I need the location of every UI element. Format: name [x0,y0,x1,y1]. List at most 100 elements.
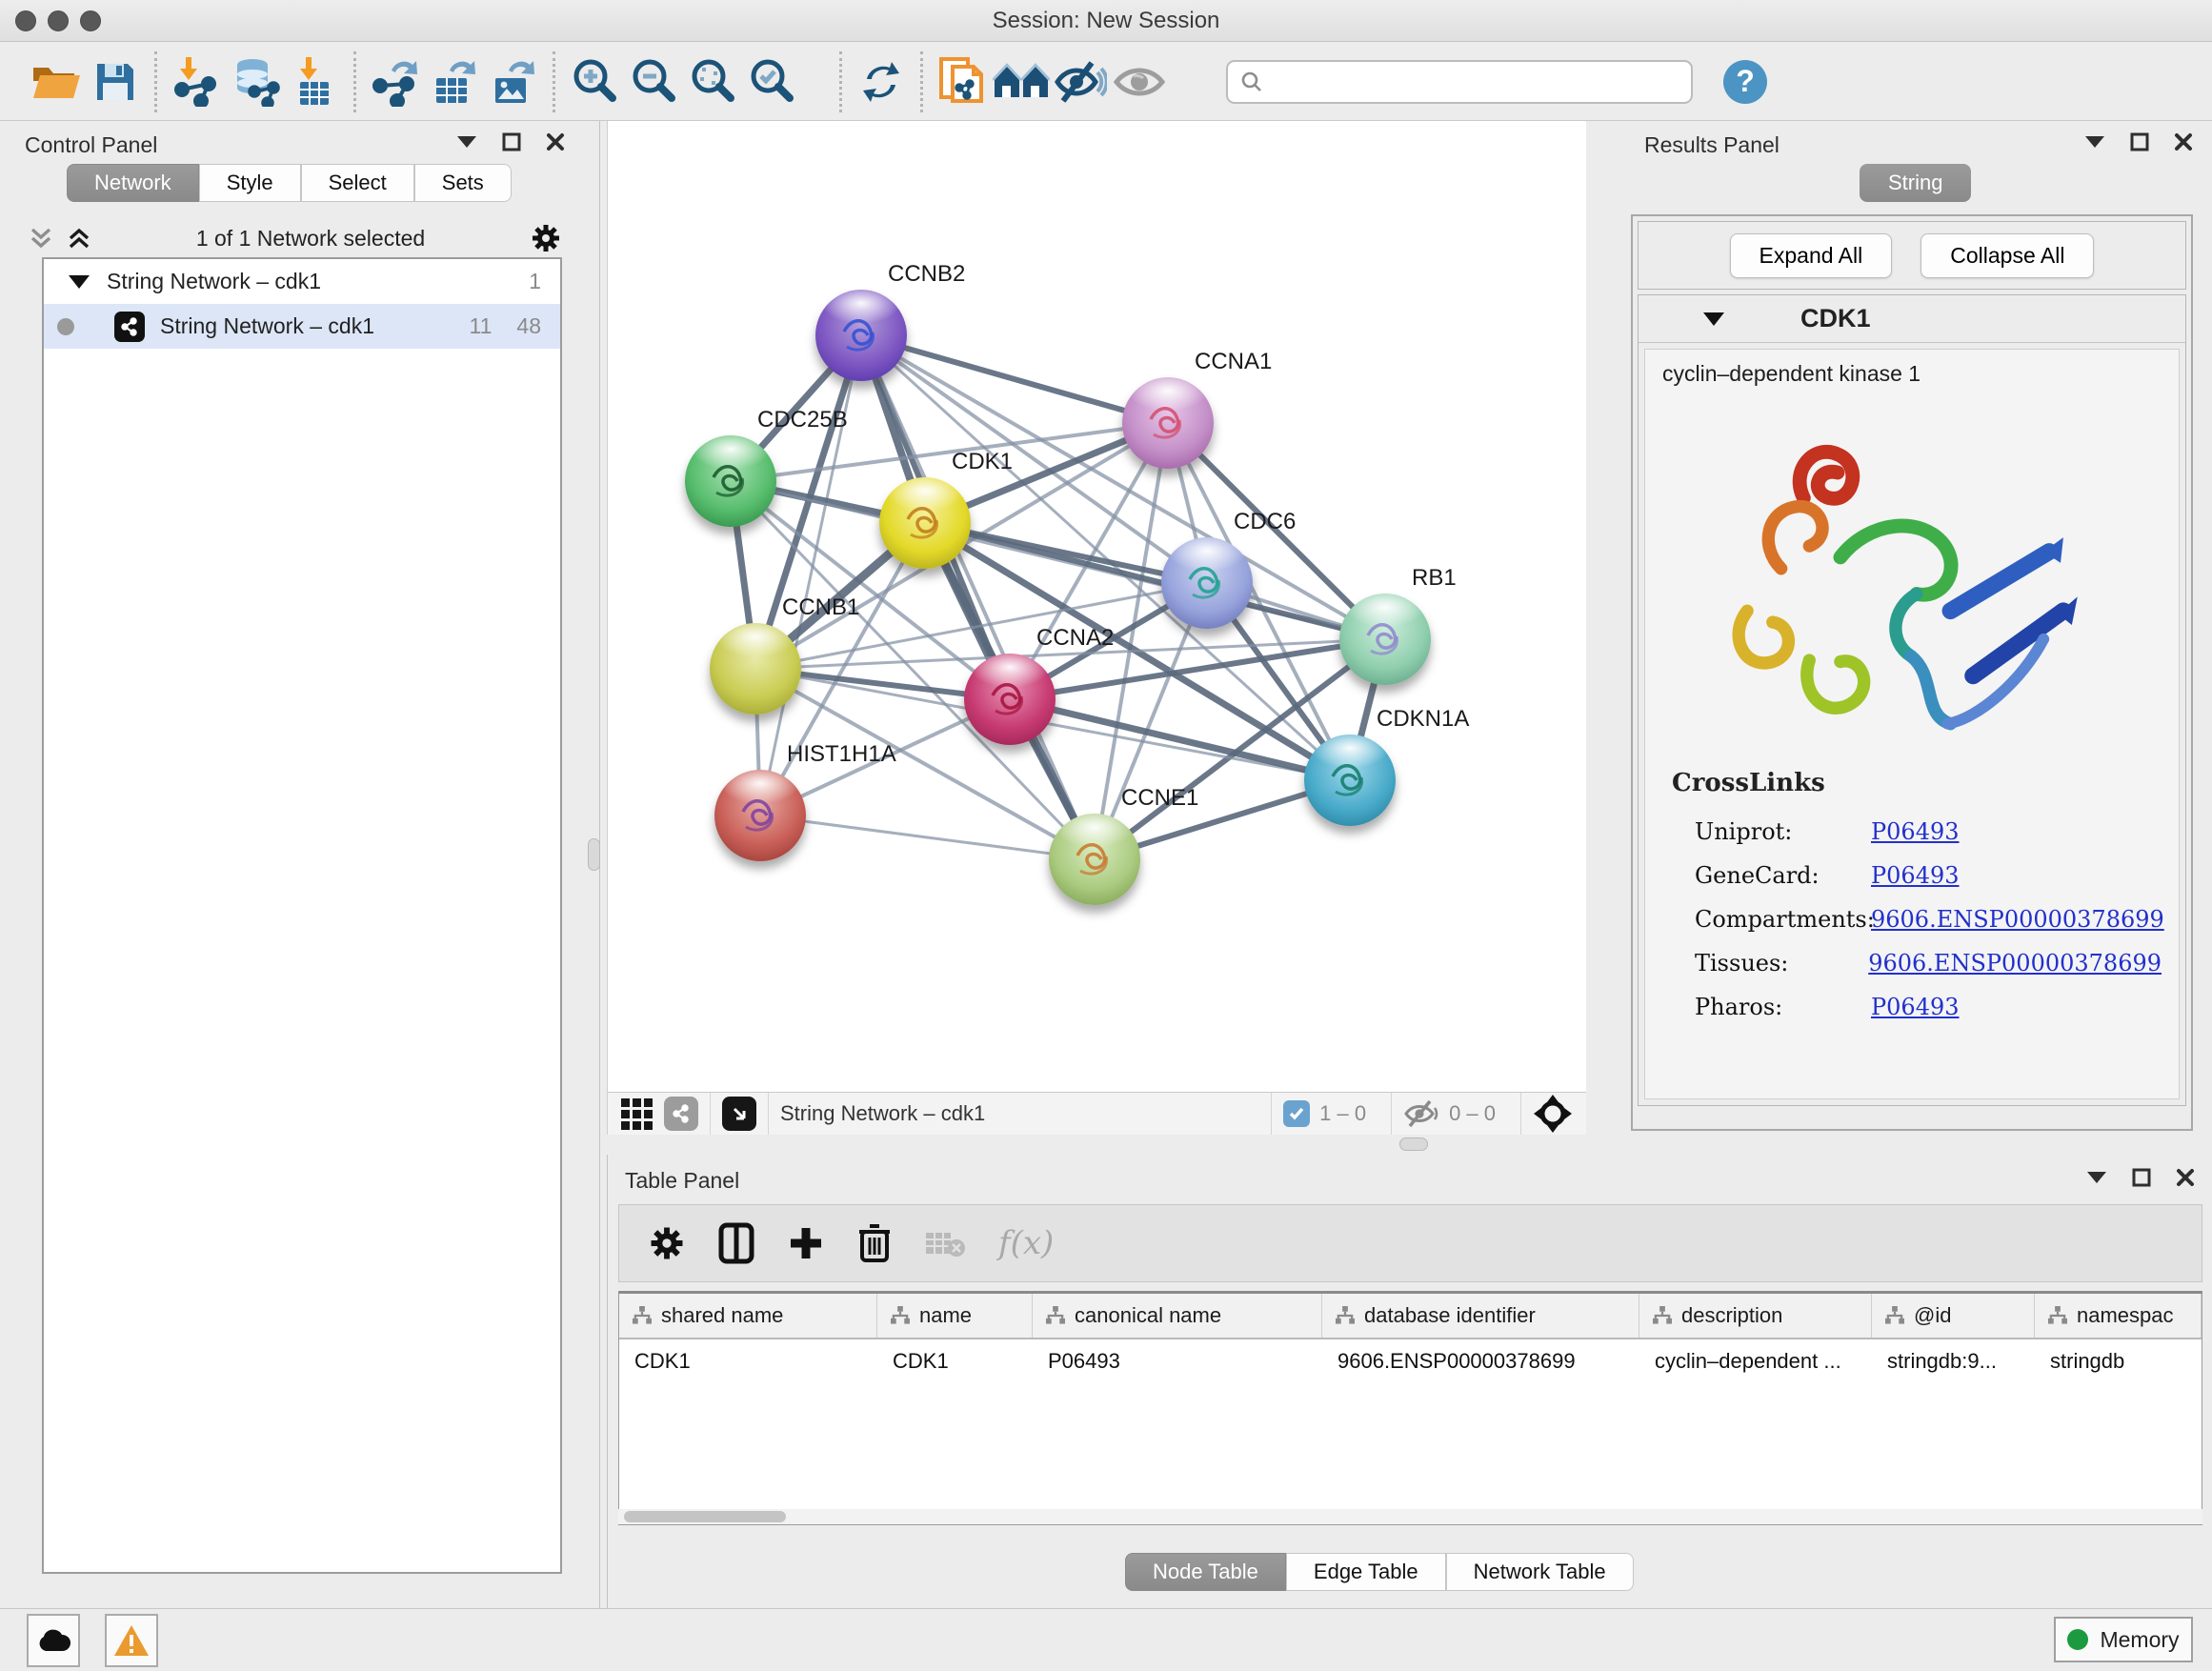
tab-node-table[interactable]: Node Table [1125,1553,1286,1591]
tab-network[interactable]: Network [67,164,199,202]
table-cell[interactable]: CDK1 [619,1339,877,1383]
network-node-CDC6[interactable] [1161,537,1253,629]
column-header-canonical-name[interactable]: canonical name [1033,1294,1322,1338]
crosslink-link[interactable]: P06493 [1871,818,1960,845]
delete-column-trash-icon[interactable] [857,1222,892,1264]
close-panel-icon[interactable] [2174,132,2193,151]
home-levels-icon [993,61,1050,103]
network-node-RB1[interactable] [1339,594,1431,685]
crosslink-link[interactable]: 9606.ENSP00000378699 [1871,906,2164,933]
close-panel-icon[interactable] [2176,1168,2195,1187]
table-horizontal-scrollbar[interactable] [618,1509,2202,1524]
memory-button[interactable]: Memory [2054,1617,2193,1662]
hidden-eye-slash-icon[interactable] [1403,1099,1439,1128]
fit-selection-crosshair-icon[interactable] [1533,1094,1573,1134]
zoom-selected-button[interactable] [742,52,801,111]
table-cell[interactable]: CDK1 [877,1339,1033,1383]
network-options-gear-icon[interactable] [530,222,562,254]
tab-select[interactable]: Select [301,164,414,202]
table-row[interactable]: CDK1CDK1P064939606.ENSP00000378699cyclin… [619,1339,2202,1383]
selected-checkbox-icon[interactable] [1283,1100,1310,1127]
import-table-button[interactable] [285,52,344,111]
section-expander-icon[interactable] [1703,312,1724,326]
column-header-description[interactable]: description [1639,1294,1872,1338]
search-input[interactable] [1226,60,1693,104]
show-all-button[interactable] [1110,52,1169,111]
copy-network-button[interactable] [933,52,992,111]
column-header--id[interactable]: @id [1872,1294,2035,1338]
maximize-panel-icon[interactable] [2132,1168,2151,1187]
crosslink-link[interactable]: P06493 [1871,862,1960,889]
left-splitter-grip[interactable] [588,838,600,871]
column-header-database-identifier[interactable]: database identifier [1322,1294,1639,1338]
open-in-window-icon[interactable] [722,1097,756,1131]
table-cell[interactable]: stringdb:9... [1872,1339,2035,1383]
help-button[interactable]: ? [1716,52,1775,111]
scrollbar-thumb[interactable] [624,1511,786,1522]
collection-expander-icon[interactable] [69,275,90,289]
export-network-button[interactable] [366,52,425,111]
refresh-button[interactable] [852,52,911,111]
float-panel-icon[interactable] [2084,135,2105,149]
expand-all-button[interactable]: Expand All [1730,233,1893,278]
network-node-CCNE1[interactable] [1049,814,1140,905]
network-edge-CCNB2-CCNE1[interactable] [861,335,1095,859]
column-header-name[interactable]: name [877,1294,1033,1338]
tab-string[interactable]: String [1860,164,1971,202]
table-cell[interactable]: P06493 [1033,1339,1322,1383]
hide-selected-button[interactable] [1051,52,1110,111]
network-edge-CDK1-RB1[interactable] [925,523,1385,639]
cloud-status-button[interactable] [27,1614,80,1667]
home-levels-button[interactable] [992,52,1051,111]
column-header-namespac[interactable]: namespac [2035,1294,2202,1338]
network-node-CCNA2[interactable] [964,654,1056,745]
tab-style[interactable]: Style [199,164,301,202]
network-node-CCNA1[interactable] [1122,377,1214,469]
network-row[interactable]: String Network – cdk1 11 48 [44,304,560,349]
tab-sets[interactable]: Sets [414,164,512,202]
collapse-all-tree-icon[interactable] [29,226,53,251]
save-session-button[interactable] [86,52,145,111]
protein-section-header[interactable]: CDK1 [1639,295,2185,343]
column-header-shared-name[interactable]: shared name [619,1294,877,1338]
network-node-CCNB2[interactable] [815,290,907,381]
float-panel-icon[interactable] [2086,1171,2107,1184]
table-cell[interactable]: cyclin–dependent ... [1639,1339,1872,1383]
warning-status-button[interactable] [105,1614,158,1667]
crosslink-link[interactable]: 9606.ENSP00000378699 [1868,950,2162,976]
maximize-panel-icon[interactable] [502,132,521,151]
table-cell[interactable]: stringdb [2035,1339,2202,1383]
collapse-all-button[interactable]: Collapse All [1920,233,2094,278]
zoom-in-button[interactable] [565,52,624,111]
maximize-panel-icon[interactable] [2130,132,2149,151]
network-edge-HIST1H1A-CCNE1[interactable] [760,815,1095,859]
zoom-fit-button[interactable] [683,52,742,111]
export-table-button[interactable] [425,52,484,111]
close-panel-icon[interactable] [546,132,565,151]
network-node-CDK1[interactable] [879,477,971,569]
network-node-CDC25B[interactable] [685,435,776,527]
float-panel-icon[interactable] [456,135,477,149]
table-cell[interactable]: 9606.ENSP00000378699 [1322,1339,1639,1383]
zoom-out-button[interactable] [624,52,683,111]
birds-eye-grid-icon[interactable] [621,1098,653,1130]
open-session-button[interactable] [27,52,86,111]
import-network-database-button[interactable] [226,52,285,111]
splitter-grip[interactable] [1399,1137,1428,1151]
network-node-CCNB1[interactable] [710,623,801,715]
crosslink-label: Tissues: [1695,950,1868,976]
tab-edge-table[interactable]: Edge Table [1286,1553,1446,1591]
expand-all-tree-icon[interactable] [67,226,91,251]
export-image-button[interactable] [484,52,543,111]
create-column-plus-icon[interactable] [787,1224,825,1262]
network-node-HIST1H1A[interactable] [714,770,806,861]
network-share-icon[interactable] [664,1097,698,1131]
network-node-CDKN1A[interactable] [1304,735,1396,826]
crosslink-link[interactable]: P06493 [1871,994,1960,1020]
table-options-gear-icon[interactable] [648,1224,686,1262]
network-canvas[interactable]: CCNB2CCNA1CDC25BCDK1CDC6RB1CCNB1CCNA2CDK… [607,121,1586,1092]
network-collection-row[interactable]: String Network – cdk1 1 [44,259,560,304]
tab-network-table[interactable]: Network Table [1446,1553,1634,1591]
import-network-file-button[interactable] [167,52,226,111]
show-columns-icon[interactable] [718,1222,754,1264]
